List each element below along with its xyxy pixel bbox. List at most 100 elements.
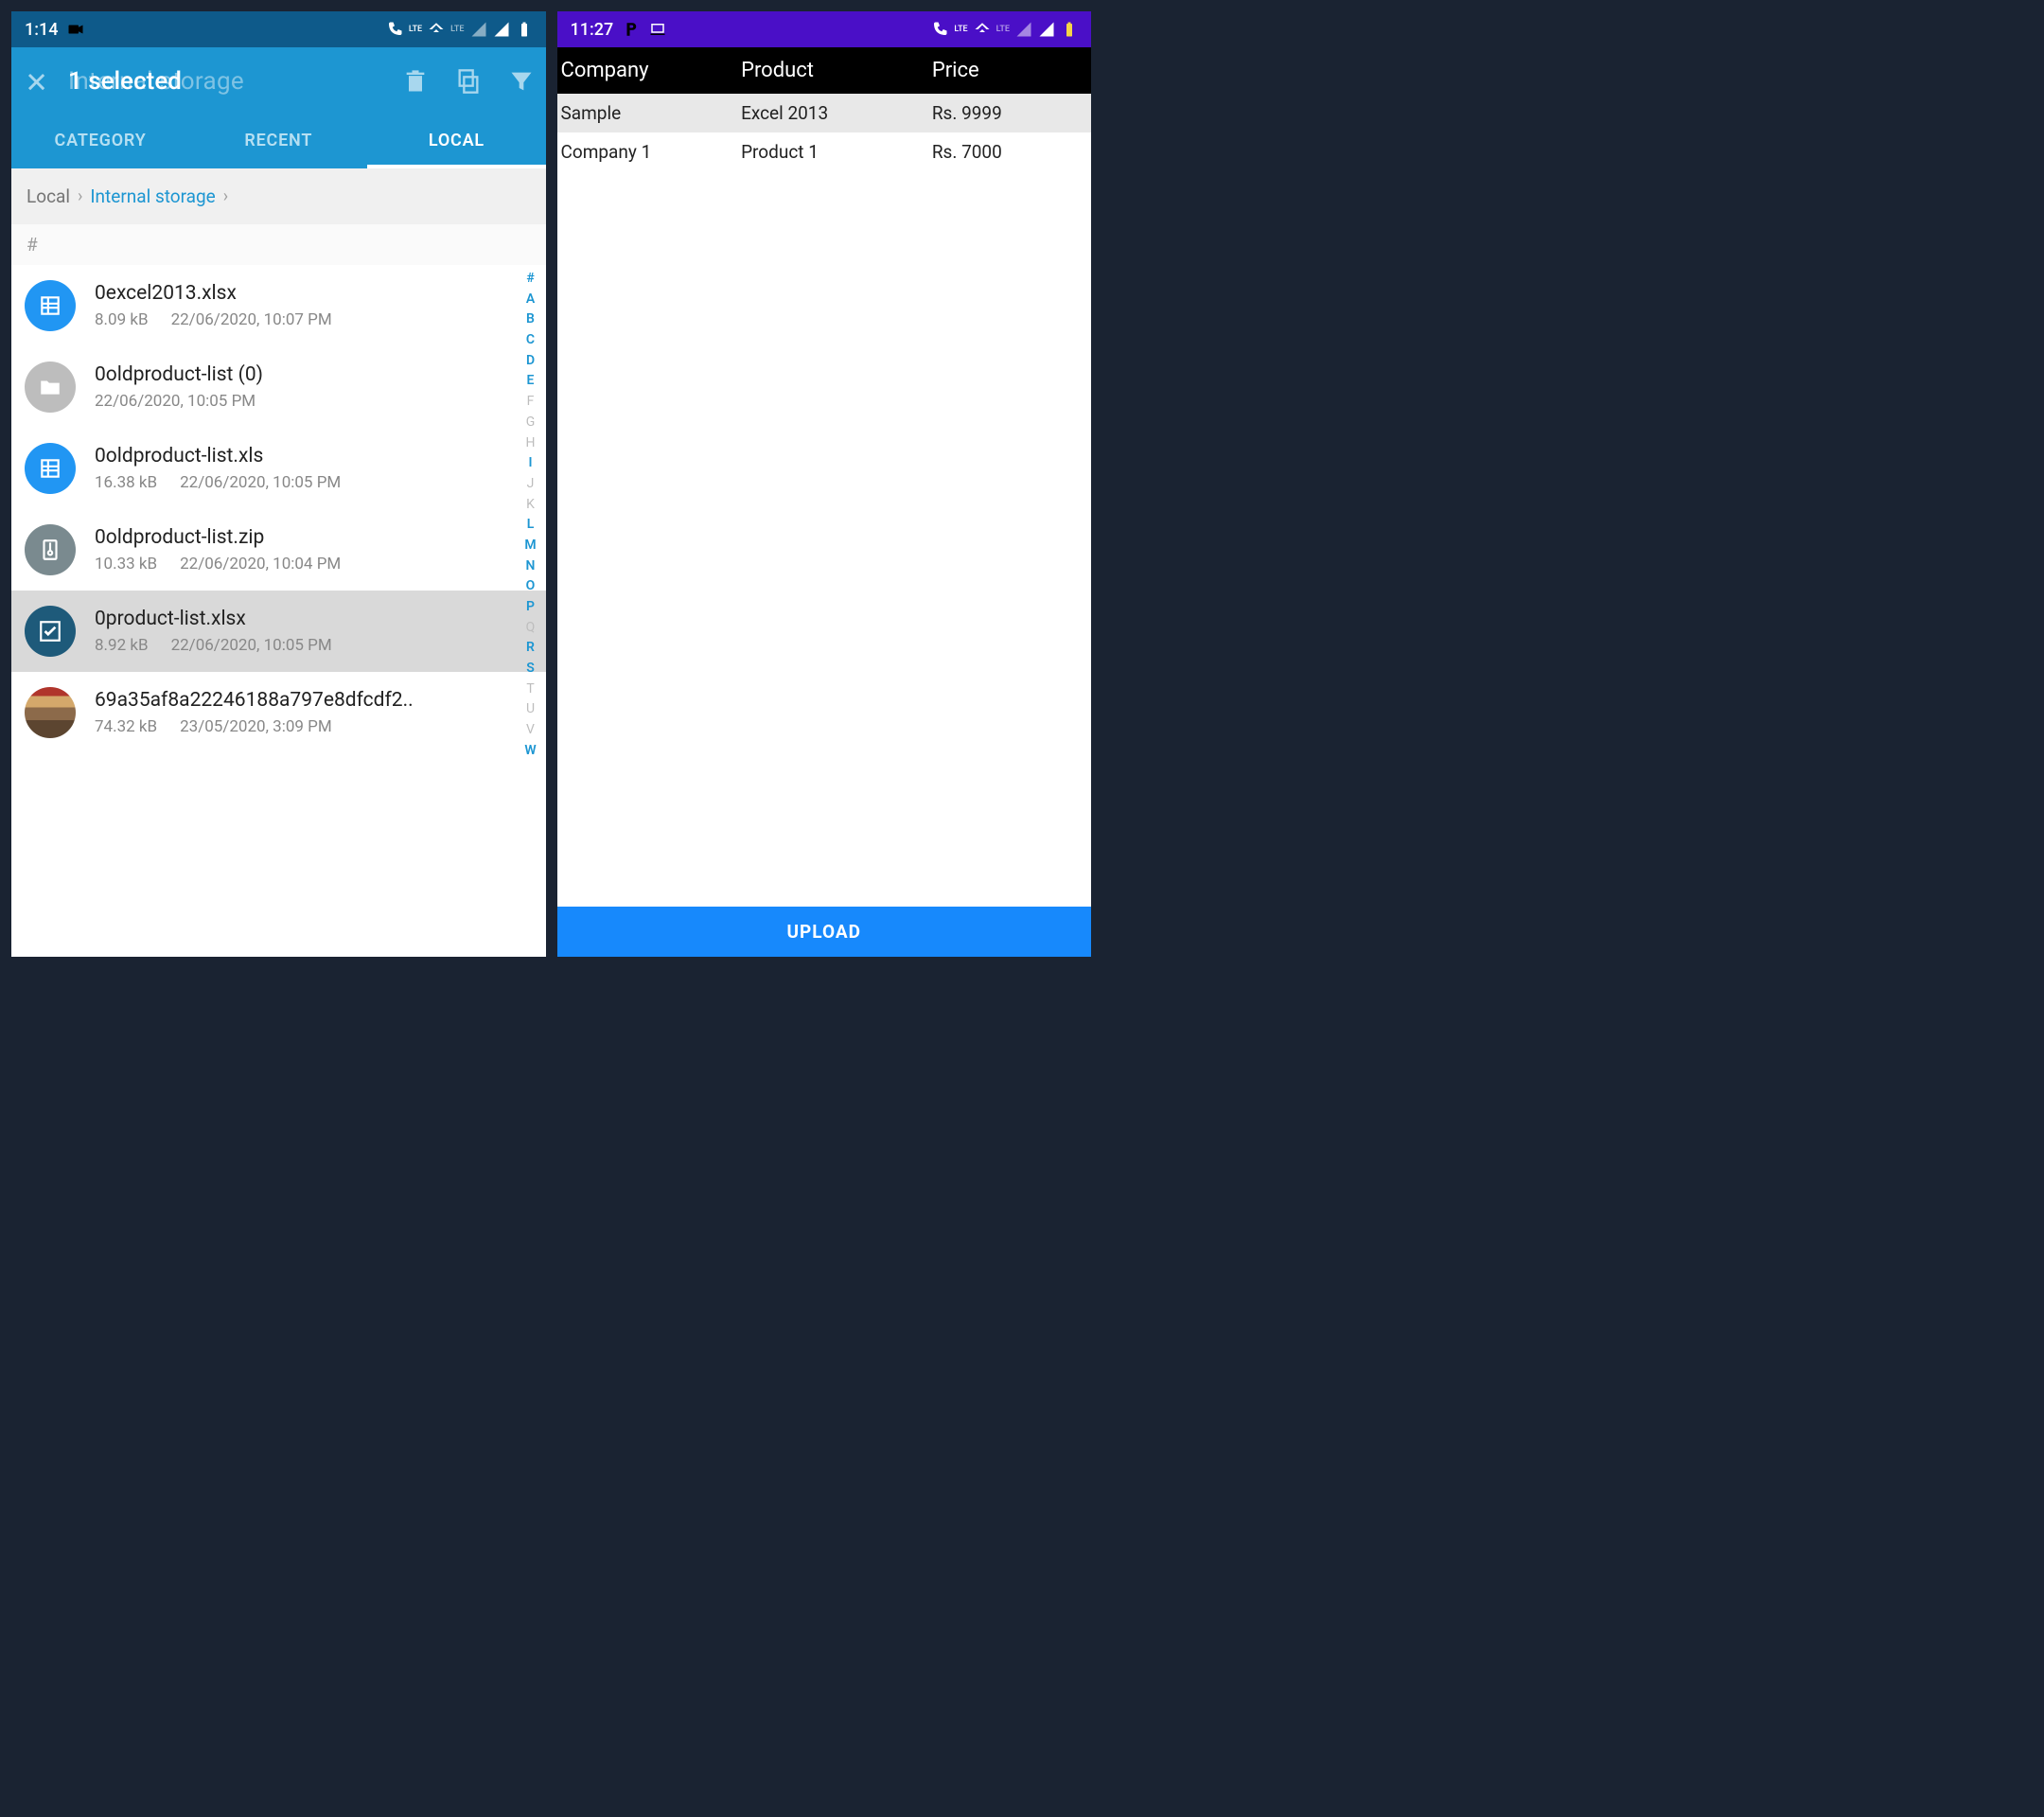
chevron-right-icon: ›	[223, 186, 228, 206]
index-letter[interactable]: #	[526, 269, 534, 290]
close-icon[interactable]	[23, 68, 49, 95]
img-icon	[25, 687, 76, 738]
battery-icon	[516, 21, 533, 38]
status-bar: 1:14 LTE LTE	[11, 11, 546, 47]
file-date: 22/06/2020, 10:05 PM	[171, 636, 332, 655]
phone-lte-icon	[931, 21, 948, 38]
index-letter[interactable]: S	[526, 659, 535, 679]
section-hash: #	[26, 234, 38, 256]
check-icon	[25, 606, 76, 657]
index-letter[interactable]: W	[524, 741, 536, 762]
cell-price: Rs. 7000	[932, 141, 1091, 163]
index-letter[interactable]: M	[524, 536, 536, 556]
signal-icon	[493, 21, 510, 38]
index-letter[interactable]: Q	[526, 618, 536, 639]
file-row[interactable]: 0oldproduct-list.xls 16.38 kB 22/06/2020…	[11, 428, 546, 509]
file-name: 0oldproduct-list (0)	[95, 363, 533, 386]
breadcrumb-current[interactable]: Internal storage	[90, 185, 215, 207]
sheet-icon	[25, 280, 76, 331]
file-date: 22/06/2020, 10:04 PM	[180, 555, 341, 573]
wifi-icon	[428, 21, 445, 38]
file-size: 8.92 kB	[95, 636, 149, 655]
index-letter[interactable]: N	[526, 556, 536, 577]
file-row[interactable]: 0excel2013.xlsx 8.09 kB 22/06/2020, 10:0…	[11, 265, 546, 346]
cell-product: Excel 2013	[741, 102, 932, 124]
file-name: 0oldproduct-list.xls	[95, 445, 533, 467]
file-row[interactable]: 69a35af8a22246188a797e8dfcdf2.. 74.32 kB…	[11, 672, 546, 753]
p-icon	[623, 21, 640, 38]
tabs: CATEGORY RECENT LOCAL	[11, 115, 546, 168]
file-name: 0product-list.xlsx	[95, 608, 533, 630]
index-letter[interactable]: V	[526, 720, 535, 741]
index-letter[interactable]: L	[527, 515, 535, 536]
index-letter[interactable]: R	[526, 638, 535, 659]
index-letter[interactable]: A	[526, 290, 535, 310]
header-price: Price	[932, 59, 1091, 82]
file-manager-screen: 1:14 LTE LTE Internal storage 1 selected…	[11, 11, 546, 957]
status-time: 1:14	[25, 20, 58, 40]
file-date: 22/06/2020, 10:07 PM	[171, 310, 332, 329]
app-bar: Internal storage 1 selected	[11, 47, 546, 115]
signal-icon	[470, 21, 487, 38]
file-list: 0excel2013.xlsx 8.09 kB 22/06/2020, 10:0…	[11, 265, 546, 957]
selection-count: 1 selected	[68, 67, 182, 96]
index-letter[interactable]: F	[527, 392, 535, 413]
signal-icon	[1015, 21, 1032, 38]
file-size: 74.32 kB	[95, 717, 157, 736]
breadcrumb: Local › Internal storage ›	[11, 168, 546, 224]
signal-icon	[1038, 21, 1055, 38]
tab-local[interactable]: LOCAL	[367, 115, 545, 168]
index-letter[interactable]: I	[528, 453, 532, 474]
sheet-icon	[25, 443, 76, 494]
index-letter[interactable]: C	[526, 330, 535, 351]
zip-icon	[25, 524, 76, 575]
cell-price: Rs. 9999	[932, 102, 1091, 124]
cell-company: Company 1	[561, 141, 742, 163]
file-row[interactable]: 0product-list.xlsx 8.92 kB 22/06/2020, 1…	[11, 591, 546, 672]
product-app-screen: 11:27 LTE LTE Company Product Price Samp…	[557, 11, 1092, 957]
file-name: 0excel2013.xlsx	[95, 282, 533, 305]
table-row[interactable]: Sample Excel 2013 Rs. 9999	[557, 94, 1092, 132]
index-scrollbar[interactable]: #ABCDEFGHIJKLMNOPQRSTUVW	[521, 265, 540, 957]
filter-icon[interactable]	[508, 68, 535, 95]
header-company: Company	[561, 59, 742, 82]
file-name: 69a35af8a22246188a797e8dfcdf2..	[95, 689, 533, 712]
index-letter[interactable]: G	[526, 413, 536, 433]
phone-lte-icon	[386, 21, 403, 38]
tab-recent[interactable]: RECENT	[189, 115, 367, 168]
file-name: 0oldproduct-list.zip	[95, 526, 533, 549]
delete-icon[interactable]	[402, 68, 429, 95]
index-letter[interactable]: U	[526, 699, 535, 720]
outlook-icon	[67, 21, 84, 38]
table-body: Sample Excel 2013 Rs. 9999 Company 1 Pro…	[557, 94, 1092, 907]
index-letter[interactable]: K	[526, 495, 535, 516]
index-letter[interactable]: H	[526, 433, 536, 454]
index-letter[interactable]: J	[527, 474, 535, 495]
table-row[interactable]: Company 1 Product 1 Rs. 7000	[557, 132, 1092, 171]
upload-button[interactable]: UPLOAD	[557, 907, 1092, 957]
wifi-icon	[974, 21, 991, 38]
index-letter[interactable]: D	[526, 351, 535, 372]
file-row[interactable]: 0oldproduct-list.zip 10.33 kB 22/06/2020…	[11, 509, 546, 591]
file-row[interactable]: 0oldproduct-list (0) 22/06/2020, 10:05 P…	[11, 346, 546, 428]
header-product: Product	[741, 59, 932, 82]
status-time: 11:27	[571, 20, 614, 40]
tab-category[interactable]: CATEGORY	[11, 115, 189, 168]
status-bar: 11:27 LTE LTE	[557, 11, 1092, 47]
section-header: #	[11, 224, 546, 265]
index-letter[interactable]: E	[527, 371, 535, 392]
battery-icon	[1061, 21, 1078, 38]
table-header: Company Product Price	[557, 47, 1092, 94]
laptop-icon	[649, 21, 666, 38]
index-letter[interactable]: P	[526, 597, 535, 618]
index-letter[interactable]: T	[526, 679, 534, 700]
index-letter[interactable]: B	[526, 309, 535, 330]
file-date: 23/05/2020, 3:09 PM	[180, 717, 332, 736]
file-size: 8.09 kB	[95, 310, 149, 329]
breadcrumb-root[interactable]: Local	[26, 185, 70, 207]
cell-product: Product 1	[741, 141, 932, 163]
file-size: 10.33 kB	[95, 555, 157, 573]
file-date: 22/06/2020, 10:05 PM	[180, 473, 341, 492]
index-letter[interactable]: O	[526, 576, 536, 597]
copy-icon[interactable]	[455, 68, 482, 95]
